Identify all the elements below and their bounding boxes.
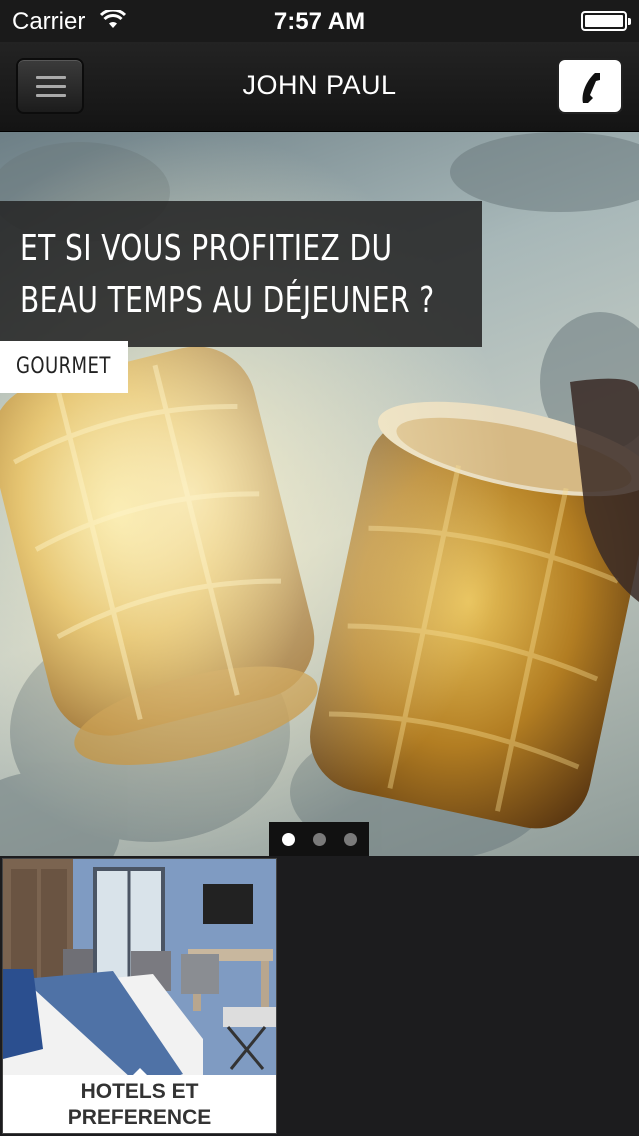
call-button[interactable] (557, 58, 623, 114)
headline-line-2: BEAU TEMPS AU DÉJEUNER ? (20, 280, 435, 321)
app-title: JOHN PAUL (242, 70, 397, 100)
tile-hotels[interactable]: HOTELS ET PREFERENCE (2, 858, 277, 1134)
hero-carousel[interactable]: ET SI VOUS PROFITIEZ DU BEAU TEMPS AU DÉ… (0, 132, 639, 856)
nav-bar: JOHN PAUL (0, 42, 639, 132)
headline-box[interactable]: ET SI VOUS PROFITIEZ DU BEAU TEMPS AU DÉ… (0, 201, 482, 347)
tile-label: HOTELS ET PREFERENCE (3, 1075, 276, 1133)
pager-dot-3[interactable] (344, 833, 357, 846)
phone-icon (582, 73, 600, 103)
category-tag[interactable]: GOURMET (0, 341, 128, 393)
tile-label-line-2: PREFERENCE (67, 1106, 212, 1129)
pager-dot-2[interactable] (313, 833, 326, 846)
tile-label-line-1: HOTELS ET (80, 1080, 199, 1103)
hamburger-menu-icon (36, 76, 66, 98)
carousel-pager[interactable] (269, 822, 369, 856)
status-time: 7:57 AM (273, 8, 366, 35)
status-bar: Carrier 7:57 AM (0, 0, 639, 42)
battery-icon (581, 11, 631, 31)
category-label: GOURMET (16, 354, 111, 379)
headline-line-1: ET SI VOUS PROFITIEZ DU (20, 228, 393, 269)
menu-button[interactable] (16, 58, 84, 114)
category-grid: HOTELS ET PREFERENCE (0, 856, 639, 1136)
pager-dot-1[interactable] (282, 833, 295, 846)
